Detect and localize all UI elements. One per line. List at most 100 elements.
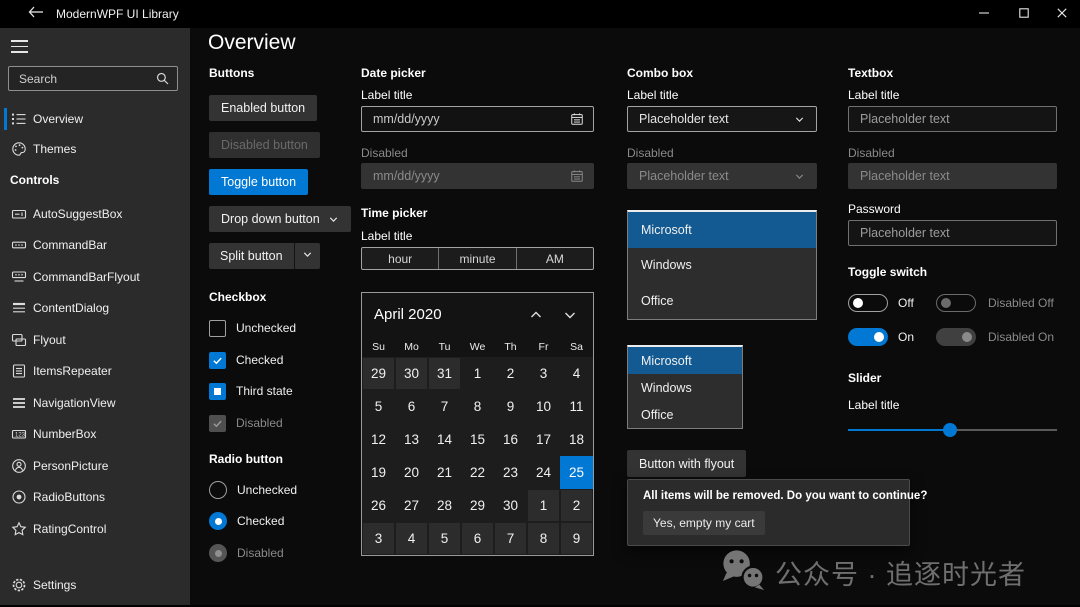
calendar-prev-button[interactable] (528, 307, 544, 323)
calendar-day[interactable]: 5 (362, 390, 395, 423)
calendar-day[interactable]: 10 (527, 390, 560, 423)
password-input-wrap[interactable] (848, 220, 1057, 246)
calendar-day[interactable]: 12 (362, 423, 395, 456)
minimize-button[interactable] (966, 0, 1002, 28)
drop-down-button[interactable]: Drop down button (209, 206, 351, 232)
back-button[interactable] (24, 4, 48, 24)
slider-thumb[interactable] (943, 423, 958, 437)
calendar-day[interactable]: 3 (527, 357, 560, 390)
calendar-day[interactable]: 1 (461, 357, 494, 390)
calendar-day[interactable]: 16 (494, 423, 527, 456)
calendar-day[interactable]: 29 (461, 489, 494, 522)
calendar-day[interactable]: 28 (428, 489, 461, 522)
split-button-arrow[interactable] (294, 243, 320, 269)
split-button-main[interactable]: Split button (209, 243, 294, 269)
toggle-switch-off[interactable] (848, 294, 888, 312)
time-picker-hour[interactable]: hour (362, 248, 438, 269)
sidebar-item-autosuggestbox[interactable]: AutoSuggestBox (0, 198, 190, 230)
search-input[interactable] (9, 71, 156, 86)
calendar-day[interactable]: 8 (461, 390, 494, 423)
time-picker-minute[interactable]: minute (438, 248, 515, 269)
list-item-microsoft[interactable]: Microsoft (628, 212, 816, 248)
calendar-day-selected[interactable]: 25 (560, 456, 593, 489)
calendar-day[interactable]: 2 (560, 489, 593, 522)
flyout-confirm-button[interactable]: Yes, empty my cart (643, 511, 765, 535)
sidebar-item-itemsrepeater[interactable]: ItemsRepeater (0, 356, 190, 388)
calendar-day[interactable]: 23 (494, 456, 527, 489)
calendar-day[interactable]: 6 (461, 522, 494, 555)
calendar-day[interactable]: 17 (527, 423, 560, 456)
calendar-day[interactable]: 11 (560, 390, 593, 423)
sidebar-item-contentdialog[interactable]: ContentDialog (0, 293, 190, 325)
list-item-office[interactable]: Office (628, 401, 742, 428)
checkbox-unchecked[interactable]: Unchecked (209, 318, 296, 338)
textbox-input-wrap[interactable] (848, 106, 1057, 132)
enabled-button[interactable]: Enabled button (209, 95, 318, 121)
calendar-day[interactable]: 29 (362, 357, 395, 390)
calendar-day[interactable]: 2 (494, 357, 527, 390)
calendar-day[interactable]: 20 (395, 456, 428, 489)
calendar-day[interactable]: 6 (395, 390, 428, 423)
calendar-day[interactable]: 14 (428, 423, 461, 456)
toggle-switch-on[interactable] (848, 328, 888, 346)
sidebar-item-commandbar[interactable]: CommandBar (0, 230, 190, 262)
close-button[interactable] (1044, 0, 1080, 28)
calendar-day[interactable]: 3 (362, 522, 395, 555)
textbox-input[interactable] (849, 112, 1056, 126)
checkbox-third[interactable]: Third state (209, 381, 293, 401)
calendar-day[interactable]: 21 (428, 456, 461, 489)
list-box-small: Microsoft Windows Office (627, 345, 743, 429)
sidebar-item-overview[interactable]: Overview (0, 104, 190, 134)
sidebar-item-navigationview[interactable]: NavigationView (0, 387, 190, 419)
calendar-day[interactable]: 7 (428, 390, 461, 423)
sidebar-item-personpicture[interactable]: PersonPicture (0, 450, 190, 482)
calendar-day[interactable]: 4 (395, 522, 428, 555)
sidebar-item-flyout[interactable]: Flyout (0, 324, 190, 356)
calendar-next-button[interactable] (562, 307, 578, 323)
sidebar-item-commandbarflyout[interactable]: CommandBarFlyout (0, 261, 190, 293)
date-input[interactable] (362, 112, 570, 126)
list-item-microsoft[interactable]: Microsoft (628, 347, 742, 374)
calendar-day[interactable]: 19 (362, 456, 395, 489)
calendar-day[interactable]: 1 (527, 489, 560, 522)
checkbox-checked[interactable]: Checked (209, 350, 283, 370)
calendar-day[interactable]: 13 (395, 423, 428, 456)
time-picker-ampm[interactable]: AM (515, 248, 593, 269)
sidebar-item-settings[interactable]: Settings (0, 570, 190, 600)
sidebar-item-numberbox[interactable]: 123 NumberBox (0, 419, 190, 451)
calendar-day[interactable]: 24 (527, 456, 560, 489)
calendar-day[interactable]: 22 (461, 456, 494, 489)
flyout-popup: All items will be removed. Do you want t… (627, 479, 927, 546)
calendar-day[interactable]: 30 (395, 357, 428, 390)
calendar-day[interactable]: 7 (494, 522, 527, 555)
sidebar-item-ratingcontrol[interactable]: RatingControl (0, 513, 190, 545)
calendar-day[interactable]: 31 (428, 357, 461, 390)
radio-unchecked[interactable]: Unchecked (209, 480, 297, 500)
combo-box[interactable]: Placeholder text (627, 106, 817, 132)
calendar-day[interactable]: 5 (428, 522, 461, 555)
calendar-day[interactable]: 4 (560, 357, 593, 390)
password-input[interactable] (849, 226, 1056, 240)
calendar-day[interactable]: 27 (395, 489, 428, 522)
calendar-day[interactable]: 18 (560, 423, 593, 456)
calendar-day[interactable]: 15 (461, 423, 494, 456)
date-picker-input[interactable] (361, 106, 594, 132)
calendar-day[interactable]: 30 (494, 489, 527, 522)
sidebar-item-radiobuttons[interactable]: RadioButtons (0, 482, 190, 514)
list-item-windows[interactable]: Windows (628, 374, 742, 401)
calendar-day[interactable]: 9 (494, 390, 527, 423)
calendar-day[interactable]: 9 (560, 522, 593, 555)
hamburger-menu-button[interactable] (10, 38, 32, 56)
list-item-office[interactable]: Office (628, 283, 816, 319)
calendar-day[interactable]: 8 (527, 522, 560, 555)
toggle-button[interactable]: Toggle button (209, 169, 309, 195)
button-with-flyout[interactable]: Button with flyout (627, 450, 747, 477)
calendar-day[interactable]: 26 (362, 489, 395, 522)
search-box[interactable] (8, 66, 178, 91)
radio-checked[interactable]: Checked (209, 511, 284, 531)
checkbox-label: Third state (236, 384, 293, 398)
maximize-button[interactable] (1006, 0, 1042, 28)
list-item-windows[interactable]: Windows (628, 248, 816, 284)
checkbox-section-header: Checkbox (209, 290, 267, 304)
sidebar-item-themes[interactable]: Themes (0, 134, 190, 164)
